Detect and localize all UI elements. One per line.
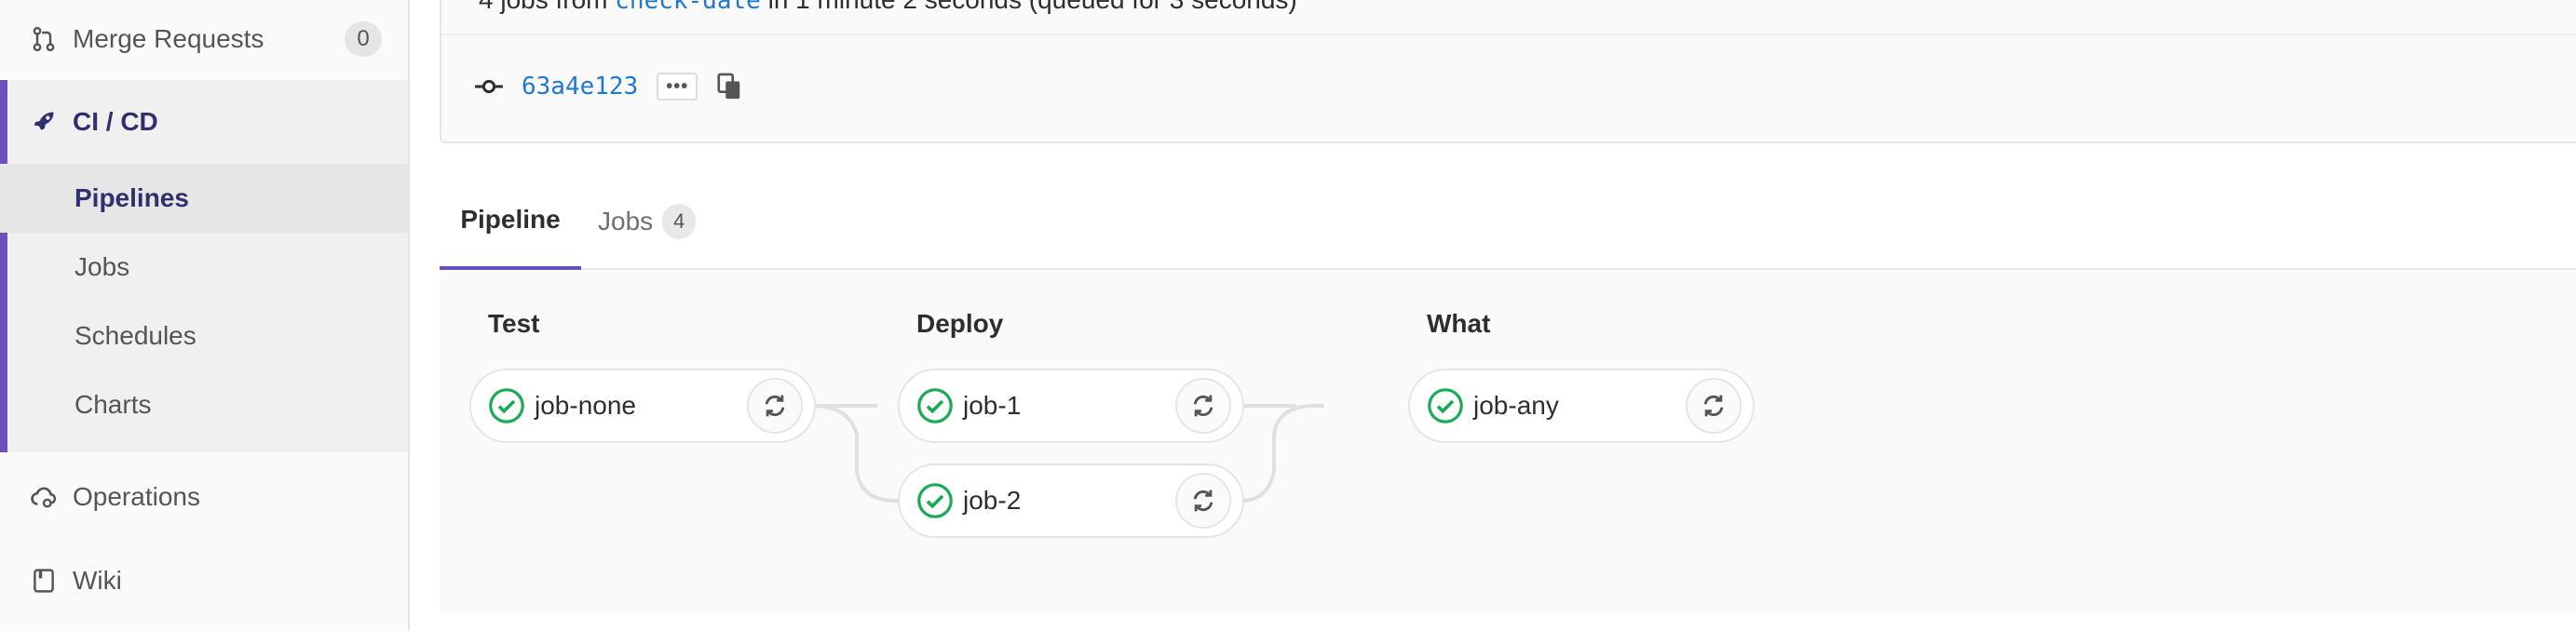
summary-suffix: in 1 minute 2 seconds (queued for 3 seco… — [761, 0, 1297, 14]
job-card-job-2[interactable]: job-2 — [898, 463, 1244, 538]
sidebar-item-cicd[interactable]: CI / CD — [0, 80, 408, 164]
stage-title-deploy: Deploy — [916, 309, 1004, 338]
commit-icon — [473, 71, 505, 102]
status-success-icon — [917, 483, 953, 518]
sidebar-subitem-label: Schedules — [75, 321, 197, 350]
retry-icon — [765, 395, 785, 417]
job-card-job-1[interactable]: job-1 — [898, 369, 1244, 443]
sidebar-item-label: CI / CD — [73, 107, 158, 136]
job-card-job-none[interactable]: job-none — [469, 369, 816, 443]
sidebar-item-wiki[interactable]: Wiki — [0, 544, 408, 618]
tab-label: Jobs — [598, 207, 654, 235]
pipeline-tabs: Pipeline Jobs 4 — [440, 173, 2576, 270]
summary-prefix: 4 jobs from — [479, 0, 615, 14]
sidebar-item-merge-requests[interactable]: Merge Requests 0 — [0, 0, 408, 78]
sidebar-subitem-jobs[interactable]: Jobs — [0, 233, 408, 302]
tab-label: Pipeline — [460, 205, 561, 234]
job-name: job-any — [1473, 391, 1559, 420]
commit-sha-link[interactable]: 63a4e123 — [522, 73, 638, 101]
sidebar: Merge Requests 0 CI / CD Pipelines Jobs … — [0, 0, 410, 631]
retry-icon — [1193, 490, 1213, 512]
sidebar-item-operations[interactable]: Operations — [0, 460, 408, 534]
sidebar-item-label: Merge Requests — [73, 24, 264, 53]
sidebar-subitem-charts[interactable]: Charts — [0, 370, 408, 439]
retry-button[interactable] — [1175, 473, 1231, 529]
divider — [441, 34, 2576, 35]
toggle-commit-message-button[interactable]: ••• — [657, 73, 698, 101]
branch-link[interactable]: check-date — [615, 0, 761, 15]
sidebar-item-label: Wiki — [73, 566, 122, 595]
tab-pipeline[interactable]: Pipeline — [440, 173, 581, 270]
sidebar-subitem-pipelines[interactable]: Pipelines — [0, 164, 408, 233]
status-success-icon — [489, 388, 524, 423]
sidebar-subitem-schedules[interactable]: Schedules — [0, 302, 408, 370]
job-card-job-any[interactable]: job-any — [1408, 369, 1755, 443]
merge-requests-count-badge: 0 — [345, 21, 382, 57]
main-content: 4 jobs from check-date in 1 minute 2 sec… — [412, 0, 2576, 631]
copy-icon[interactable] — [711, 68, 748, 105]
sidebar-subitem-label: Pipelines — [75, 183, 189, 212]
retry-icon — [1193, 395, 1213, 417]
job-name: job-1 — [963, 391, 1022, 420]
sidebar-subitem-label: Charts — [75, 390, 152, 419]
sidebar-item-label: Operations — [73, 482, 200, 511]
job-name: job-none — [535, 391, 636, 420]
status-success-icon — [1428, 388, 1463, 423]
retry-icon — [1703, 395, 1724, 417]
retry-button[interactable] — [747, 378, 803, 434]
sidebar-subitem-label: Jobs — [75, 252, 130, 281]
pipeline-info-box: 4 jobs from check-date in 1 minute 2 sec… — [440, 0, 2576, 143]
merge-request-icon — [30, 25, 58, 53]
retry-button[interactable] — [1175, 378, 1231, 434]
jobs-count-badge: 4 — [662, 204, 697, 239]
pipeline-summary: 4 jobs from check-date in 1 minute 2 sec… — [479, 0, 1297, 15]
book-icon — [30, 567, 58, 595]
rocket-icon — [30, 108, 58, 136]
retry-button[interactable] — [1686, 378, 1742, 434]
stage-title-test: Test — [488, 309, 540, 338]
status-success-icon — [917, 388, 953, 423]
cloud-gear-icon — [30, 483, 58, 511]
sidebar-group-cicd: CI / CD Pipelines Jobs Schedules Charts — [0, 80, 408, 452]
tab-jobs[interactable]: Jobs 4 — [598, 173, 697, 270]
commit-row: 63a4e123 ••• — [473, 65, 748, 108]
job-name: job-2 — [963, 486, 1022, 515]
pipeline-graph: Test Deploy What job-none job-1 job-2 jo… — [440, 272, 2576, 612]
stage-title-what: What — [1427, 309, 1491, 338]
